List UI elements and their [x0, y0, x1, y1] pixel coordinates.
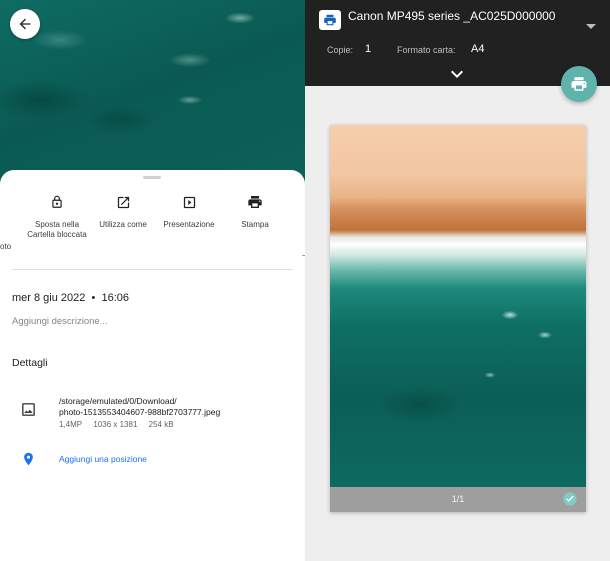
lock-icon [52, 195, 62, 208]
arrow-left-icon [19, 18, 31, 30]
print-button[interactable]: Stampa [222, 192, 288, 230]
add-description-field[interactable]: Aggiungi descrizione... [12, 316, 108, 327]
paper-size-label: Formato carta: [397, 45, 456, 55]
date-separator: • [88, 292, 99, 304]
divider [12, 269, 293, 270]
page-selected-checkbox[interactable] [562, 491, 578, 512]
page-number: 1/1 [451, 494, 465, 504]
file-details-row: /storage/emulated/0/Download/ photo-1513… [0, 396, 305, 436]
page-preview-image [330, 125, 586, 487]
copies-label: Copie: [327, 45, 354, 55]
paper-size-value[interactable]: A4 [471, 43, 484, 55]
use-as-label: Utilizza come [99, 220, 147, 229]
printer-icon [571, 77, 587, 91]
expand-options-button[interactable] [451, 65, 463, 83]
partial-action-label[interactable]: oto [0, 242, 11, 251]
add-location-label[interactable]: Aggiungi una posizione [59, 454, 147, 464]
details-heading: Dettagli [12, 357, 48, 369]
printer-selector-icon[interactable] [319, 10, 341, 30]
photo-info-panel: oto Sposta nella Cartella bloccata Utili… [0, 0, 305, 561]
move-to-locked-folder-button[interactable]: Sposta nella Cartella bloccata [24, 192, 90, 240]
photo-date-text: mer 8 giu 2022 [12, 292, 86, 304]
print-label: Stampa [241, 220, 269, 229]
slideshow-button[interactable]: Presentazione [156, 192, 222, 230]
file-path-line1: /storage/emulated/0/Download/ [59, 396, 177, 406]
drag-handle[interactable] [143, 176, 161, 179]
chevron-down-icon [451, 70, 463, 78]
slideshow-icon [183, 196, 195, 208]
action-row: oto Sposta nella Cartella bloccata Utili… [0, 192, 305, 262]
check-circle-icon [563, 492, 577, 506]
photo-date: mer 8 giu 2022 • 16:06 [12, 292, 129, 304]
copies-value[interactable]: 1 [365, 43, 371, 55]
print-preview-panel: Canon MP495 series _AC025D000000 Copie: … [305, 0, 610, 561]
file-size: 254 kB [148, 420, 174, 429]
file-meta: 1,4MP 1036 x 1381 254 kB [59, 419, 220, 430]
file-info: /storage/emulated/0/Download/ photo-1513… [59, 396, 220, 430]
photo-time-text: 16:06 [101, 292, 130, 304]
page-footer: 1/1 [330, 487, 586, 512]
printer-icon [324, 14, 336, 26]
move-to-locked-folder-label: Sposta nella Cartella bloccata [27, 220, 87, 239]
page-preview[interactable]: 1/1 [330, 125, 586, 512]
open-external-icon [117, 196, 129, 208]
file-resolution: 1036 x 1381 [93, 420, 138, 429]
file-path-line2: photo-1513553404607-988bf2703777.jpeg [59, 407, 221, 417]
print-fab-button[interactable] [561, 66, 597, 102]
image-icon [22, 403, 35, 416]
info-bottom-sheet: oto Sposta nella Cartella bloccata Utili… [0, 170, 305, 561]
use-as-button[interactable]: Utilizza come [90, 192, 156, 230]
back-button[interactable] [10, 9, 40, 39]
printer-selector[interactable]: Canon MP495 series _AC025D000000 [348, 9, 555, 23]
file-megapixels: 1,4MP [59, 420, 83, 429]
location-pin-icon [24, 452, 33, 466]
printer-icon [248, 196, 262, 208]
add-location-row[interactable]: Aggiungi una posizione [0, 450, 305, 470]
dropdown-arrow-icon [586, 24, 596, 29]
slideshow-label: Presentazione [163, 220, 215, 229]
printer-dropdown-button[interactable] [586, 17, 596, 35]
